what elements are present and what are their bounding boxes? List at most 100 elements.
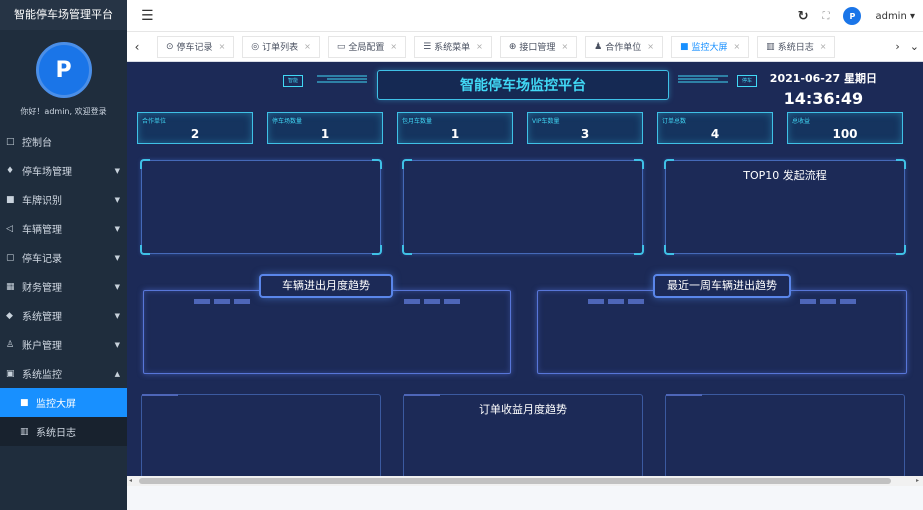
close-icon[interactable]: × xyxy=(820,42,827,51)
close-icon[interactable]: × xyxy=(476,42,483,51)
bar-decoration xyxy=(404,299,420,304)
config-icon: ▭ xyxy=(336,41,346,52)
tab-monitor-screen[interactable]: ■ 监控大屏 × xyxy=(670,35,750,58)
tab-label: 系统菜单 xyxy=(434,43,471,53)
stat-monthly-vehicles: 包月车数量 1 xyxy=(397,112,513,144)
location-icon: ♦ xyxy=(6,165,15,176)
title-right-decoration xyxy=(678,75,728,83)
panel-heading: 车辆进出月度趋势 xyxy=(259,274,393,298)
bar-decoration xyxy=(214,299,230,304)
stat-value: 2 xyxy=(190,127,200,141)
sidebar-item-label: 监控大屏 xyxy=(36,399,76,410)
bar-decoration xyxy=(194,299,210,304)
dashboard-title: 智能停车场监控平台 xyxy=(377,70,669,100)
tabs-prev-icon[interactable]: ‹ xyxy=(127,40,147,54)
camera-icon: ■ xyxy=(6,194,15,205)
close-icon[interactable]: × xyxy=(733,42,740,51)
horizontal-scrollbar[interactable]: ◂ ▸ xyxy=(127,476,923,486)
sidebar-item-system[interactable]: ◆ 系统管理 ▼ xyxy=(0,301,127,330)
current-date: 2021-06-27 星期日 xyxy=(769,72,877,85)
current-time: 14:36:49 xyxy=(783,89,864,108)
bottom-panel-order-revenue: 订单收益月度趋势 xyxy=(403,394,643,476)
scroll-right-icon[interactable]: ▸ xyxy=(916,476,919,486)
caret-down-icon: ▼ xyxy=(114,340,120,349)
tab-system-menu[interactable]: ☰ 系统菜单 × xyxy=(414,35,492,58)
sidebar-item-dashboard[interactable]: □ 控制台 xyxy=(0,127,127,156)
bar-decoration xyxy=(444,299,460,304)
panel-corner-decoration xyxy=(634,245,644,255)
scrollbar-thumb[interactable] xyxy=(139,478,891,484)
tab-parking-records[interactable]: ⊙ 停车记录 × xyxy=(157,35,235,58)
panel-corner-decoration xyxy=(896,245,906,255)
refresh-icon[interactable]: ↻ xyxy=(798,9,809,24)
close-icon[interactable]: × xyxy=(647,42,654,51)
panel-heading: 订单收益月度趋势 xyxy=(479,403,567,416)
stat-value: 3 xyxy=(580,127,590,141)
welcome-text: 你好！admin, 欢迎登录 xyxy=(20,107,107,116)
app-title: 智能停车场管理平台 xyxy=(0,0,127,30)
tab-partners[interactable]: ♟ 合作单位 × xyxy=(585,35,663,58)
page-footer xyxy=(127,486,923,510)
sidebar-subitem-monitor-screen[interactable]: ■ 监控大屏 xyxy=(0,388,127,417)
grid-icon: ▦ xyxy=(6,281,15,292)
tab-label: 监控大屏 xyxy=(691,43,728,53)
tab-system-log[interactable]: ▥ 系统日志 × xyxy=(757,35,836,58)
hamburger-icon[interactable]: ☰ xyxy=(141,8,155,24)
stat-label: 合作单位 xyxy=(142,118,167,125)
bar-decoration xyxy=(840,299,856,304)
tab-label: 全局配置 xyxy=(348,43,385,53)
close-icon[interactable]: × xyxy=(304,42,311,51)
panel-corner-decoration xyxy=(140,159,150,169)
user-menu[interactable]: admin ▾ xyxy=(875,11,915,22)
monitor-dashboard: 智能 智能停车场监控平台 停车 2021-06-27 星期日 14:36:49 … xyxy=(127,62,923,476)
avatar[interactable]: P xyxy=(35,42,92,98)
bottom-panel-1 xyxy=(141,394,381,476)
stat-label: 包月车数量 xyxy=(402,118,433,125)
panel-corner-decoration xyxy=(634,159,644,169)
top-panel-top10: TOP10 发起流程 xyxy=(664,159,906,255)
scroll-left-icon[interactable]: ◂ xyxy=(129,476,132,486)
sidebar-item-monitoring[interactable]: ▣ 系统监控 ▲ xyxy=(0,359,127,388)
app-root: 智能停车场管理平台 P 你好！admin, 欢迎登录 □ 控制台 ♦ 停车场管理… xyxy=(0,0,923,510)
panel-notch-decoration xyxy=(142,394,178,402)
panel-corner-decoration xyxy=(140,245,150,255)
panel-corner-decoration xyxy=(664,245,674,255)
frame-decoration xyxy=(404,299,460,304)
chevron-down-icon[interactable]: ⌄ xyxy=(910,40,919,53)
sidebar-item-label: 财务管理 xyxy=(22,283,62,294)
sidebar-item-finance[interactable]: ▦ 财务管理 ▼ xyxy=(0,272,127,301)
stat-label: VIP车数量 xyxy=(532,118,560,125)
sidebar-item-vehicles[interactable]: ◁ 车辆管理 ▼ xyxy=(0,214,127,243)
user-avatar[interactable]: P xyxy=(843,7,862,25)
sidebar-item-label: 系统日志 xyxy=(36,428,76,439)
title-right-badge: 停车 xyxy=(737,75,757,87)
close-icon[interactable]: × xyxy=(390,42,397,51)
tab-order-list[interactable]: ◎ 订单列表 × xyxy=(242,35,320,58)
sidebar-item-parking-lot[interactable]: ♦ 停车场管理 ▼ xyxy=(0,156,127,185)
sidebar-subitem-system-log[interactable]: ▥ 系统日志 xyxy=(0,417,127,446)
caret-up-icon: ▲ xyxy=(114,369,120,378)
sidebar-item-plate-recognition[interactable]: ■ 车牌识别 ▼ xyxy=(0,185,127,214)
sidebar-item-parking-records[interactable]: ▢ 停车记录 ▼ xyxy=(0,243,127,272)
stat-partners: 合作单位 2 xyxy=(137,112,253,144)
bar-decoration xyxy=(820,299,836,304)
tab-api-management[interactable]: ⊕ 接口管理 × xyxy=(499,35,578,58)
sidebar-item-label: 停车记录 xyxy=(22,254,62,265)
close-icon[interactable]: × xyxy=(219,42,226,51)
panel-heading: TOP10 发起流程 xyxy=(743,169,827,182)
sidebar-item-label: 控制台 xyxy=(22,138,52,149)
close-icon[interactable]: × xyxy=(561,42,568,51)
document-icon: ▢ xyxy=(6,252,15,263)
title-left-decoration xyxy=(317,75,367,83)
frame-decoration xyxy=(800,299,856,304)
send-icon: ◁ xyxy=(6,223,13,234)
user-icon: ♟ xyxy=(594,41,603,52)
log-icon: ▥ xyxy=(20,426,29,437)
tab-global-config[interactable]: ▭ 全局配置 × xyxy=(327,35,407,58)
panel-corner-decoration xyxy=(402,245,412,255)
sidebar: 智能停车场管理平台 P 你好！admin, 欢迎登录 □ 控制台 ♦ 停车场管理… xyxy=(0,0,127,510)
sidebar-item-accounts[interactable]: ♙ 账户管理 ▼ xyxy=(0,330,127,359)
dashboard-title-frame: 智能停车场监控平台 xyxy=(377,70,669,104)
fullscreen-icon[interactable]: ⛶ xyxy=(822,11,829,22)
tabs-next-icon[interactable]: › xyxy=(895,40,899,53)
